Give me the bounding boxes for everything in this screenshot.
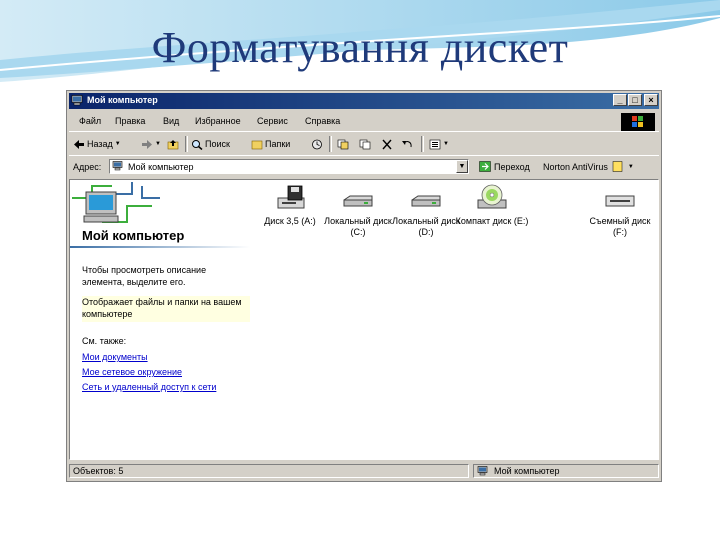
slide-title: Форматування дискет bbox=[151, 23, 569, 72]
minimize-button[interactable]: _ bbox=[613, 94, 627, 106]
history-icon bbox=[312, 139, 322, 149]
menu-help[interactable]: Справка bbox=[305, 116, 340, 126]
drive-label-e: Компакт диск (E:) bbox=[455, 216, 529, 226]
delete-icon bbox=[382, 139, 392, 149]
views-button[interactable]: ▼ bbox=[429, 137, 449, 151]
drive-label-a: Диск 3,5 (A:) bbox=[264, 216, 316, 226]
address-input[interactable]: Мой компьютер ▼ bbox=[109, 159, 469, 174]
delete-button[interactable] bbox=[381, 137, 393, 151]
status-location-panel: Мой компьютер bbox=[473, 464, 659, 478]
folders-button[interactable]: Папки bbox=[251, 137, 290, 151]
move-to-button[interactable] bbox=[337, 137, 349, 151]
up-folder-button[interactable] bbox=[167, 137, 179, 151]
drive-item-c[interactable]: Локальный диск (C:) bbox=[320, 184, 396, 238]
link-my-documents[interactable]: Мои документы bbox=[82, 352, 148, 362]
menu-favorites[interactable]: Избранное bbox=[195, 116, 241, 126]
left-pane-description: Чтобы просмотреть описание элемента, выд… bbox=[82, 265, 207, 287]
menu-view[interactable]: Вид bbox=[163, 116, 179, 126]
back-button[interactable]: Назад ▼ bbox=[73, 137, 121, 151]
link-network-places[interactable]: Мое сетевое окружение bbox=[82, 367, 182, 377]
drive-label-d: Локальный диск (D:) bbox=[392, 216, 460, 237]
address-dropdown-button[interactable]: ▼ bbox=[456, 160, 468, 173]
window-title: Мой компьютер bbox=[87, 95, 158, 105]
up-folder-icon bbox=[167, 139, 179, 149]
menu-edit[interactable]: Правка bbox=[115, 116, 145, 126]
go-arrow-icon bbox=[479, 161, 491, 172]
search-label: Поиск bbox=[205, 139, 230, 149]
hard-drive-icon bbox=[343, 195, 373, 207]
status-objects: Объектов: 5 bbox=[69, 464, 469, 478]
drive-item-a[interactable]: Диск 3,5 (A:) bbox=[252, 184, 328, 227]
forward-button[interactable]: ▼ bbox=[141, 137, 161, 151]
menu-bar: Файл Правка Вид Избранное Сервис Справка bbox=[69, 111, 659, 132]
explorer-window: Мой компьютер _ □ × Файл Правка Вид Избр… bbox=[66, 90, 662, 482]
views-icon bbox=[429, 139, 441, 149]
search-button[interactable]: Поиск bbox=[191, 137, 230, 151]
status-location: Мой компьютер bbox=[494, 466, 560, 476]
copy-to-button[interactable] bbox=[359, 137, 371, 151]
my-computer-icon bbox=[112, 161, 123, 171]
my-computer-icon bbox=[477, 466, 488, 476]
my-computer-icon bbox=[71, 95, 83, 106]
heading-underline bbox=[70, 246, 250, 248]
drive-item-e[interactable]: Компакт диск (E:) bbox=[454, 184, 530, 227]
hard-drive-icon bbox=[411, 195, 441, 207]
back-dropdown-icon: ▼ bbox=[114, 141, 121, 147]
floppy-drive-icon bbox=[277, 185, 305, 209]
move-to-icon bbox=[337, 139, 349, 149]
norton-dropdown-icon: ▼ bbox=[627, 163, 634, 170]
my-computer-large-icon bbox=[72, 182, 160, 223]
status-bar: Объектов: 5 Мой компьютер bbox=[69, 463, 659, 480]
cd-drive-icon bbox=[477, 184, 507, 209]
title-bar[interactable]: Мой компьютер _ □ × bbox=[69, 93, 659, 109]
views-dropdown-icon: ▼ bbox=[443, 141, 449, 147]
drive-label-f: Съемный диск (F:) bbox=[589, 216, 651, 237]
windows-logo-icon bbox=[621, 113, 655, 131]
back-arrow-icon bbox=[74, 139, 84, 149]
standard-toolbar: Назад ▼ ▼ Поиск Папки ▼ bbox=[69, 133, 659, 156]
address-label: Адрес: bbox=[73, 162, 102, 172]
menu-tools[interactable]: Сервис bbox=[257, 116, 288, 126]
norton-icon bbox=[612, 161, 623, 172]
drive-label-c: Локальный диск (C:) bbox=[324, 216, 392, 237]
see-also-label: См. также: bbox=[82, 336, 127, 346]
norton-label: Norton AntiVirus bbox=[543, 161, 608, 172]
left-pane-info-box: Отображает файлы и папки на вашем компью… bbox=[82, 296, 250, 322]
forward-arrow-icon bbox=[142, 139, 152, 149]
go-button[interactable]: Переход bbox=[479, 161, 530, 172]
search-icon bbox=[192, 139, 203, 150]
removable-drive-icon bbox=[605, 195, 635, 207]
back-label: Назад bbox=[87, 139, 113, 149]
undo-icon bbox=[402, 140, 412, 147]
drive-item-f[interactable]: Съемный диск (F:) bbox=[582, 184, 658, 238]
norton-antivirus-button[interactable]: Norton AntiVirus ▼ bbox=[543, 161, 634, 172]
history-button[interactable] bbox=[311, 137, 323, 151]
link-network-dialup[interactable]: Сеть и удаленный доступ к сети bbox=[82, 382, 216, 392]
maximize-button[interactable]: □ bbox=[628, 94, 642, 106]
drive-item-d[interactable]: Локальный диск (D:) bbox=[388, 184, 464, 238]
address-value: Мой компьютер bbox=[128, 162, 194, 172]
toolbar-separator bbox=[185, 136, 188, 152]
toolbar-separator bbox=[329, 136, 332, 152]
folders-icon bbox=[251, 140, 263, 149]
close-button[interactable]: × bbox=[644, 94, 658, 106]
content-area: Мой компьютер Чтобы просмотреть описание… bbox=[69, 179, 659, 460]
left-pane-heading: Мой компьютер bbox=[82, 228, 185, 243]
undo-button[interactable] bbox=[401, 137, 413, 151]
toolbar-separator bbox=[421, 136, 424, 152]
address-bar: Адрес: Мой компьютер ▼ Переход Norton An… bbox=[69, 157, 659, 177]
copy-to-icon bbox=[359, 139, 371, 149]
go-label: Переход bbox=[494, 161, 530, 172]
forward-dropdown-icon: ▼ bbox=[155, 141, 161, 147]
left-pane: Мой компьютер Чтобы просмотреть описание… bbox=[70, 180, 252, 459]
menu-file[interactable]: Файл bbox=[79, 116, 101, 126]
folders-label: Папки bbox=[265, 139, 291, 149]
